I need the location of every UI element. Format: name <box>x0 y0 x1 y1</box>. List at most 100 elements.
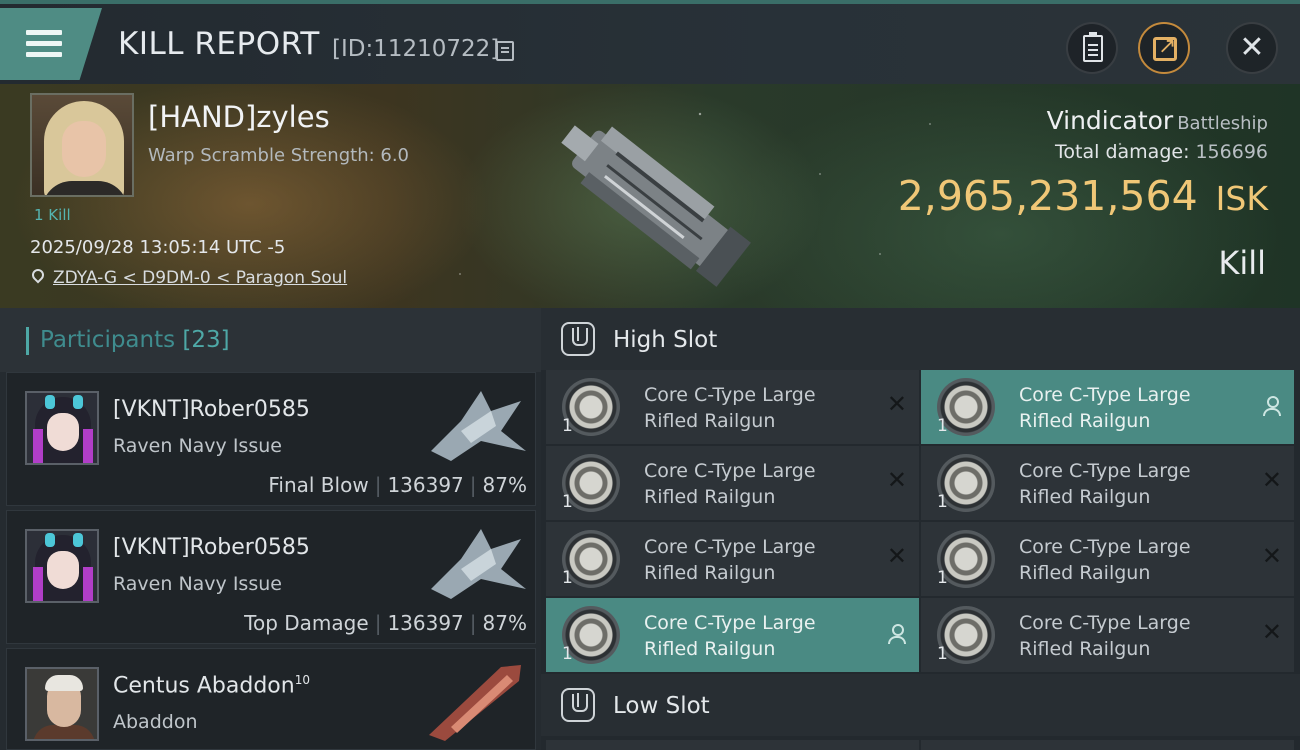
close-icon: ✕ <box>886 542 907 570</box>
module-quantity: 1 <box>937 568 948 588</box>
warp-scramble-strength: Warp Scramble Strength: 6.0 <box>148 145 410 166</box>
module-name: Core C-Type Large Rifled Railgun <box>644 536 816 584</box>
participants-label-wrap: Participants [23] <box>40 327 230 353</box>
high-slot-header: High Slot <box>541 308 1300 370</box>
ship-name[interactable]: Vindicator <box>1047 106 1174 135</box>
module-name: Core C-Type Large Rifled Railgun <box>644 384 816 432</box>
module-item[interactable]: 1 Core C-Type Large Rifled Railgun ✕ <box>921 522 1294 596</box>
victim-ship-name: Vindicator Battleship <box>1047 106 1268 135</box>
close-icon: ✕ <box>886 466 907 494</box>
kill-result: Kill <box>1218 244 1266 282</box>
avatar-accent <box>83 429 93 463</box>
close-icon: ✕ <box>1261 618 1282 646</box>
participant-name: Centus Abaddon10 <box>113 673 310 698</box>
module-item[interactable]: 1 Core C-Type Large Rifled Railgun ✕ <box>921 598 1294 672</box>
participant-name: [VKNT]Rober0585 <box>113 535 310 560</box>
participant-ship: Raven Navy Issue <box>113 435 282 457</box>
participant-stats: Final Blow | 136397 | 87% <box>268 473 527 497</box>
module-quantity: 1 <box>562 568 573 588</box>
avatar-coat <box>33 725 95 739</box>
turret-slot-icon <box>561 688 595 722</box>
participant-card[interactable]: [VKNT]Rober0585 Raven Navy Issue Top Dam… <box>6 510 536 644</box>
module-name: Core C-Type Large Rifled Railgun <box>1019 384 1191 432</box>
module-quantity: 1 <box>937 492 948 512</box>
module-item-partial[interactable] <box>546 740 919 750</box>
module-item[interactable]: 1 Core C-Type Large Rifled Railgun ✕ <box>546 370 919 444</box>
participant-damage: 136397 <box>387 611 464 635</box>
victim-ship-image <box>561 125 751 287</box>
avatar-face <box>47 413 79 451</box>
avatar-ear <box>45 533 55 547</box>
module-quantity: 1 <box>562 492 573 512</box>
isk-amount: 2,965,231,564 <box>897 172 1198 220</box>
module-quantity: 1 <box>562 644 573 664</box>
participant-stats: Top Damage | 136397 | 87% <box>244 611 527 635</box>
isk-value: 2,965,231,564 ISK <box>898 172 1268 220</box>
participant-card[interactable]: Centus Abaddon10 Abaddon <box>6 648 536 750</box>
close-button[interactable]: ✕ <box>1226 22 1278 74</box>
participant-percent: 87% <box>482 611 527 635</box>
participant-card[interactable]: [VKNT]Rober0585 Raven Navy Issue Final B… <box>6 372 536 506</box>
page-title: KILL REPORT <box>118 26 320 62</box>
participant-percent: 87% <box>482 473 527 497</box>
high-slot-label: High Slot <box>613 327 718 353</box>
ship-class: Battleship <box>1177 113 1268 134</box>
victim-avatar[interactable] <box>30 93 134 197</box>
menu-icon-bar <box>26 41 62 46</box>
module-item[interactable]: 1 Core C-Type Large Rifled Railgun <box>921 370 1294 444</box>
module-item[interactable]: 1 Core C-Type Large Rifled Railgun <box>546 598 919 672</box>
total-damage-label: Total damage: <box>1055 141 1190 163</box>
share-button[interactable] <box>1138 22 1190 74</box>
low-slot-header: Low Slot <box>541 674 1300 736</box>
module-item[interactable]: 1 Core C-Type Large Rifled Railgun ✕ <box>546 522 919 596</box>
participant-ship: Raven Navy Issue <box>113 573 282 595</box>
avatar-face <box>62 121 106 177</box>
victim-summary: [HAND]zyles Warp Scramble Strength: 6.0 … <box>0 84 1300 308</box>
total-damage: Total damage: 156696 <box>1055 141 1268 163</box>
avatar-face <box>47 551 79 589</box>
victim-name[interactable]: [HAND]zyles <box>148 100 330 134</box>
avatar-accent <box>33 429 43 463</box>
module-quantity: 1 <box>562 416 573 436</box>
participant-ship-image <box>429 665 521 741</box>
module-name: Core C-Type Large Rifled Railgun <box>1019 460 1191 508</box>
menu-icon-bar <box>26 52 62 57</box>
module-item[interactable]: 1 Core C-Type Large Rifled Railgun ✕ <box>546 446 919 520</box>
close-icon: ✕ <box>1261 466 1282 494</box>
avatar-accent <box>83 567 93 601</box>
kill-timestamp: 2025/09/28 13:05:14 UTC -5 <box>30 237 286 258</box>
stat-separator: | <box>469 611 477 635</box>
stat-separator: | <box>469 473 477 497</box>
kills-count-link[interactable]: 1 Kill <box>34 206 71 224</box>
participant-avatar <box>25 667 99 741</box>
participant-avatar <box>25 391 99 465</box>
clipboard-button[interactable] <box>1066 22 1118 74</box>
module-quantity: 1 <box>937 644 948 664</box>
module-name: Core C-Type Large Rifled Railgun <box>644 612 816 660</box>
module-name: Core C-Type Large Rifled Railgun <box>1019 536 1191 584</box>
location-link[interactable]: ZDYA-G < D9DM-0 < Paragon Soul <box>53 268 347 288</box>
module-item[interactable]: 1 Core C-Type Large Rifled Railgun ✕ <box>921 446 1294 520</box>
clipboard-icon <box>1083 32 1103 62</box>
low-slot-label: Low Slot <box>613 693 710 719</box>
participant-tag: Top Damage <box>244 611 369 635</box>
avatar-ear <box>73 395 83 409</box>
menu-button[interactable] <box>0 8 102 80</box>
module-item-partial[interactable] <box>921 740 1294 750</box>
close-icon: ✕ <box>1239 30 1265 65</box>
report-id: [ID:11210722] <box>332 36 500 62</box>
close-icon: ✕ <box>886 390 907 418</box>
participant-damage: 136397 <box>387 473 464 497</box>
module-name: Core C-Type Large Rifled Railgun <box>644 460 816 508</box>
participant-level: 10 <box>294 673 310 687</box>
turret-slot-icon <box>561 322 595 356</box>
fitting-panel: High Slot 1 Core C-Type Large Rifled Rai… <box>541 308 1300 750</box>
participant-ship-image <box>431 391 526 461</box>
participant-ship-image <box>431 529 526 599</box>
participants-label: Participants <box>40 327 176 353</box>
total-damage-value: 156696 <box>1195 141 1268 163</box>
participants-header[interactable]: Participants [23] <box>0 308 541 372</box>
copy-icon[interactable] <box>496 41 514 61</box>
participants-panel: Participants [23] [VKNT]Rober0585 Raven … <box>0 308 541 750</box>
stat-separator: | <box>374 473 382 497</box>
